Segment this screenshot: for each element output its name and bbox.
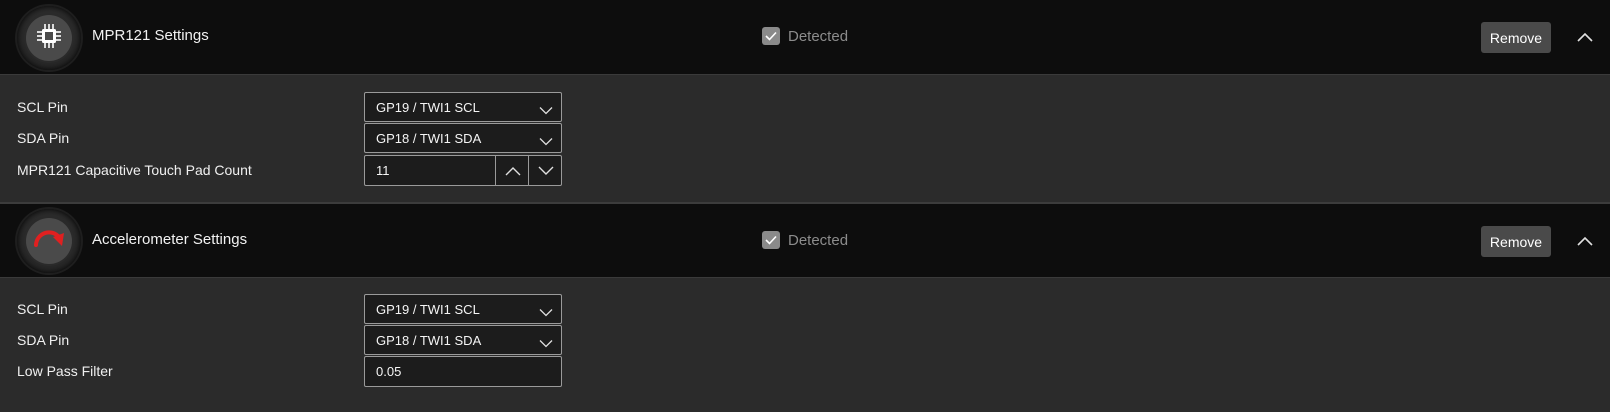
accelerometer-icon-badge (17, 209, 81, 273)
scl-pin-select[interactable]: GP19 / TWI1 SCL (364, 294, 562, 324)
check-icon (762, 231, 780, 249)
panel-header[interactable]: Accelerometer Settings Detected Remove (0, 204, 1610, 278)
rotate-arrow-icon (32, 224, 66, 259)
panel-body: SCL Pin GP19 / TWI1 SCL SDA Pin GP18 / T… (0, 278, 1610, 410)
select-value: GP18 / TWI1 SDA (376, 333, 482, 348)
sda-pin-select[interactable]: GP18 / TWI1 SDA (364, 325, 562, 355)
touch-pad-count-stepper[interactable]: 11 (364, 155, 562, 186)
low-pass-filter-row: Low Pass Filter 0.05 (0, 356, 1610, 387)
select-value: GP18 / TWI1 SDA (376, 131, 482, 146)
touch-pad-count-row: MPR121 Capacitive Touch Pad Count 11 (0, 155, 1610, 186)
detected-label: Detected (788, 27, 849, 45)
panel-title: MPR121 Settings (92, 27, 209, 44)
chip-icon (35, 22, 63, 55)
chevron-down-icon (539, 102, 553, 120)
input-value: 0.05 (376, 364, 402, 379)
panel-header[interactable]: MPR121 Settings Detected Remove (0, 0, 1610, 75)
scl-pin-row: SCL Pin GP19 / TWI1 SCL (0, 92, 1610, 122)
scl-pin-label: SCL Pin (17, 99, 68, 115)
detected-checkbox[interactable]: Detected (762, 27, 848, 45)
scl-pin-select[interactable]: GP19 / TWI1 SCL (364, 92, 562, 122)
scl-pin-row: SCL Pin GP19 / TWI1 SCL (0, 294, 1610, 324)
remove-button[interactable]: Remove (1481, 226, 1551, 257)
sda-pin-row: SDA Pin GP18 / TWI1 SDA (0, 123, 1610, 153)
scl-pin-label: SCL Pin (17, 301, 68, 317)
sda-pin-select[interactable]: GP18 / TWI1 SDA (364, 123, 562, 153)
low-pass-filter-input[interactable]: 0.05 (364, 356, 562, 387)
check-icon (762, 27, 780, 45)
touch-pad-count-label: MPR121 Capacitive Touch Pad Count (17, 162, 252, 178)
sda-pin-label: SDA Pin (17, 332, 70, 348)
accelerometer-settings-panel: Accelerometer Settings Detected Remove S… (0, 202, 1610, 410)
detected-checkbox[interactable]: Detected (762, 231, 848, 249)
select-value: GP19 / TWI1 SCL (376, 302, 480, 317)
panel-body: SCL Pin GP19 / TWI1 SCL SDA Pin GP18 / T… (0, 75, 1610, 202)
select-value: GP19 / TWI1 SCL (376, 100, 480, 115)
low-pass-filter-label: Low Pass Filter (17, 363, 113, 379)
chevron-up-icon[interactable] (1574, 27, 1596, 47)
sda-pin-label: SDA Pin (17, 130, 70, 146)
number-value: 11 (376, 163, 390, 178)
chevron-down-icon (539, 335, 553, 353)
chevron-down-icon (539, 133, 553, 151)
increment-button[interactable] (495, 156, 529, 185)
chevron-down-icon (539, 304, 553, 322)
remove-button[interactable]: Remove (1481, 22, 1551, 53)
panel-title: Accelerometer Settings (92, 231, 248, 248)
detected-label: Detected (788, 231, 849, 249)
mpr121-settings-panel: MPR121 Settings Detected Remove SCL Pin … (0, 0, 1610, 202)
mpr121-icon-badge (17, 6, 81, 70)
decrement-button[interactable] (528, 156, 562, 185)
sda-pin-row: SDA Pin GP18 / TWI1 SDA (0, 325, 1610, 355)
chevron-up-icon[interactable] (1574, 231, 1596, 251)
